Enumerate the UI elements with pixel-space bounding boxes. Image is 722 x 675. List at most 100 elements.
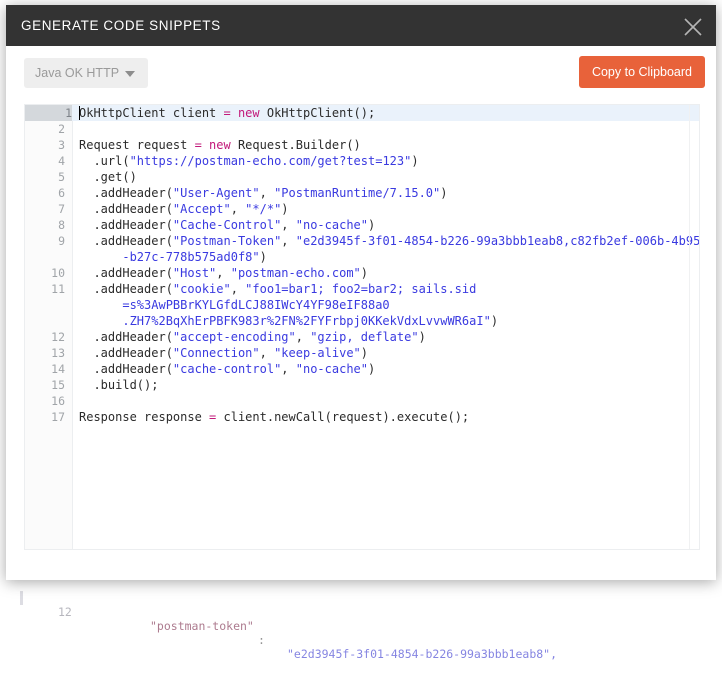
modal-title: GENERATE CODE SNIPPETS: [21, 18, 221, 33]
code-token: ): [368, 362, 376, 376]
code-token: "Host": [172, 266, 217, 280]
code-line-text: .addHeader("Accept", "*/*"): [79, 201, 288, 217]
code-token: "e2d3945f-3f01-4854-b226-99a3bbb1eab8,c8…: [295, 234, 700, 248]
code-line[interactable]: 15 .build();: [25, 377, 699, 393]
code-line-text: .addHeader("Connection", "keep-alive"): [79, 345, 368, 361]
code-line[interactable]: .ZH7%2BqXhErPBFK983r%2FN%2FYFrbpj0KKekVd…: [25, 313, 699, 329]
line-number: 13: [51, 346, 65, 360]
line-number: 14: [51, 362, 65, 376]
code-line[interactable]: -b27c-778b575ad0f8"): [25, 249, 699, 265]
snippet-toolbar: Java OK HTTP Copy to Clipboard: [6, 46, 716, 108]
code-line[interactable]: 9 .addHeader("Postman-Token", "e2d3945f-…: [25, 233, 699, 249]
code-token: "no-cache": [295, 218, 368, 232]
text-caret: [79, 106, 80, 120]
code-token: .get(): [79, 170, 137, 184]
code-token: ): [368, 218, 376, 232]
code-line[interactable]: 11 .addHeader("cookie", "foo1=bar1; foo2…: [25, 281, 699, 297]
code-line[interactable]: 8 .addHeader("Cache-Control", "no-cache"…: [25, 217, 699, 233]
line-number: 6: [58, 186, 65, 200]
line-number: 5: [58, 170, 65, 184]
code-token: .ZH7%2BqXhErPBFK983r%2FN%2FYFrbpj0KKekVd…: [79, 314, 491, 328]
code-token: "gzip, deflate": [310, 330, 419, 344]
code-line-text: =s%3AwPBBrKYLGfdLCJ88IWcY4YF98eIF88a0: [79, 297, 389, 313]
background-line-number: 12: [58, 605, 72, 619]
line-number: 9: [58, 234, 65, 248]
background-code-value: "e2d3945f-3f01-4854-b226-99a3bbb1eab8",: [287, 647, 558, 661]
line-number: 16: [51, 394, 65, 408]
code-line[interactable]: 1 OkHttpClient client = new OkHttpClient(…: [25, 105, 699, 121]
code-token: ): [411, 154, 419, 168]
code-token: "https://postman-echo.com/get?test=123": [129, 154, 412, 168]
code-token: "Cache-Control": [172, 218, 282, 232]
code-line[interactable]: 10 .addHeader("Host", "postman-echo.com"…: [25, 265, 699, 281]
code-line-text: .url("https://postman-echo.com/get?test=…: [79, 153, 419, 169]
code-line-text: OkHttpClient client = new OkHttpClient()…: [79, 105, 375, 121]
code-line-text: .addHeader("Host", "postman-echo.com"): [79, 265, 368, 281]
code-token: Request request: [79, 138, 195, 152]
code-token: new: [209, 138, 238, 152]
code-token: "postman-echo.com": [230, 266, 361, 280]
code-token: "cache-control": [172, 362, 282, 376]
code-line-text: .addHeader("Postman-Token", "e2d3945f-3f…: [79, 233, 700, 249]
code-line[interactable]: 6 .addHeader("User-Agent", "PostmanRunti…: [25, 185, 699, 201]
code-token: ): [360, 266, 369, 280]
code-line[interactable]: 7 .addHeader("Accept", "*/*"): [25, 201, 699, 217]
code-token: ,: [281, 362, 296, 376]
code-scroll-area[interactable]: 1 OkHttpClient client = new OkHttpClient(…: [25, 105, 699, 549]
line-number: 12: [51, 330, 65, 344]
code-token: "no-cache": [295, 362, 368, 376]
copy-to-clipboard-button[interactable]: Copy to Clipboard: [578, 56, 705, 88]
code-line-text: -b27c-778b575ad0f8"): [79, 249, 267, 265]
code-token: ): [490, 314, 499, 328]
code-line[interactable]: 13 .addHeader("Connection", "keep-alive"…: [25, 345, 699, 361]
code-line[interactable]: 12 .addHeader("accept-encoding", "gzip, …: [25, 329, 699, 345]
language-select-label: Java OK HTTP: [35, 66, 120, 80]
code-line[interactable]: 2: [25, 121, 699, 137]
modal-body: Java OK HTTP Copy to Clipboard 1 OkHttpCl…: [6, 46, 716, 580]
code-token: "Postman-Token": [172, 234, 282, 248]
code-line[interactable]: 3 Request request = new Request.Builder(): [25, 137, 699, 153]
code-line-text: .build();: [79, 377, 158, 393]
code-token: ): [259, 250, 267, 264]
code-token: ): [360, 346, 369, 360]
code-token: .addHeader(: [79, 282, 173, 296]
code-token: .build();: [79, 378, 159, 392]
code-line-text: Response response = client.newCall(reque…: [79, 409, 469, 425]
code-line-text: .addHeader("cache-control", "no-cache"): [79, 361, 375, 377]
code-token: ,: [259, 346, 275, 360]
code-line[interactable]: 16: [25, 393, 699, 409]
background-code-key: "postman-token": [150, 619, 254, 633]
code-editor[interactable]: 1 OkHttpClient client = new OkHttpClient(…: [24, 104, 700, 550]
code-token: ,: [259, 186, 275, 200]
code-token: "cookie": [172, 282, 231, 296]
code-token: .addHeader(: [79, 218, 173, 232]
code-token: "accept-encoding": [172, 330, 296, 344]
code-line[interactable]: 17 Response response = client.newCall(req…: [25, 409, 699, 425]
language-select[interactable]: Java OK HTTP: [24, 58, 148, 88]
code-line[interactable]: =s%3AwPBBrKYLGfdLCJ88IWcY4YF98eIF88a0: [25, 297, 699, 313]
code-line-text: .ZH7%2BqXhErPBFK983r%2FN%2FYFrbpj0KKekVd…: [79, 313, 498, 329]
line-number: 4: [58, 154, 65, 168]
code-token: ,: [230, 202, 246, 216]
code-token: =: [194, 138, 210, 152]
code-line[interactable]: 14 .addHeader("cache-control", "no-cache…: [25, 361, 699, 377]
line-number: 10: [51, 266, 65, 280]
code-line-text: .addHeader("accept-encoding", "gzip, def…: [79, 329, 426, 345]
code-token: ,: [230, 282, 246, 296]
code-token: "*/*": [245, 202, 282, 216]
code-token: .addHeader(: [79, 346, 173, 360]
code-token: =: [209, 410, 224, 424]
code-token: ,: [281, 234, 296, 248]
code-token: OkHttpClient client: [79, 106, 224, 120]
code-token: ,: [281, 218, 296, 232]
code-line[interactable]: 5 .get(): [25, 169, 699, 185]
chevron-down-icon: [125, 71, 135, 77]
code-token: ): [418, 330, 426, 344]
code-line[interactable]: 4 .url("https://postman-echo.com/get?tes…: [25, 153, 699, 169]
code-token: "Accept": [172, 202, 231, 216]
line-number: 17: [51, 410, 65, 424]
line-number: 7: [58, 202, 65, 216]
code-token: OkHttpClient();: [266, 106, 376, 120]
line-number: 1: [25, 105, 72, 121]
close-button[interactable]: [670, 5, 716, 46]
